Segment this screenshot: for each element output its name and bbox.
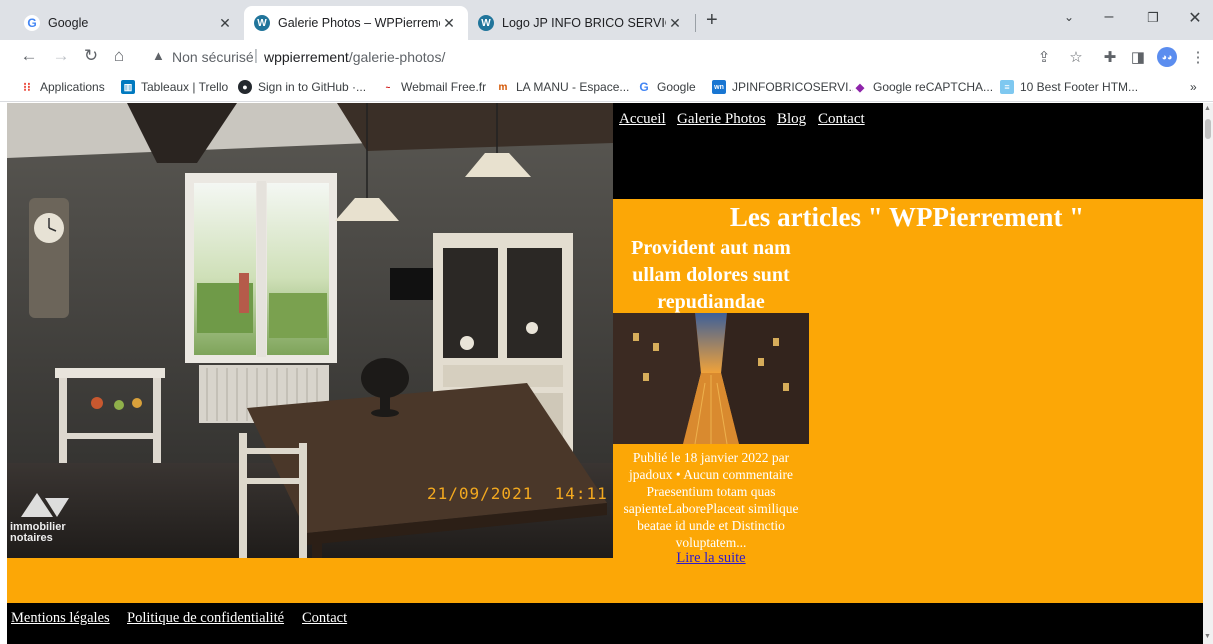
bookmark-jpinfobrico[interactable]: wn JPINFOBRICOSERVI... <box>712 80 858 94</box>
scroll-down-arrow[interactable]: ▼ <box>1204 633 1211 640</box>
bookmarks-more-label: » <box>1190 80 1197 94</box>
nav-link-blog[interactable]: Blog <box>777 111 806 128</box>
forward-button[interactable]: → <box>50 46 72 66</box>
watermark-logo: immobilier notaires <box>10 522 66 544</box>
new-tab-button[interactable]: + <box>706 10 718 30</box>
tab-google[interactable]: G Google ✕ <box>14 6 244 40</box>
page: 21/09/2021 14:11 immobilier notaires Acc… <box>7 103 1203 644</box>
tab-title: Galerie Photos – WPPierrement <box>278 16 440 30</box>
wn-icon: wn <box>712 80 726 94</box>
close-tab-icon[interactable]: ✕ <box>666 15 684 32</box>
restore-button[interactable]: ❐ <box>1138 10 1168 26</box>
scroll-up-arrow[interactable]: ▲ <box>1204 105 1211 112</box>
tab-galerie-photos[interactable]: W Galerie Photos – WPPierrement ✕ <box>244 6 468 40</box>
profile-avatar[interactable]: ◕◕ <box>1157 47 1177 67</box>
nav-link-galerie-photos[interactable]: Galerie Photos <box>677 111 766 128</box>
free-icon: ~ <box>381 80 395 94</box>
footer-link-politique-confidentialite[interactable]: Politique de confidentialité <box>127 610 284 627</box>
apps-grid-icon: ⁝⁝ <box>23 80 31 94</box>
scrollbar-thumb[interactable] <box>1205 119 1211 139</box>
street-sunset-image <box>613 313 809 444</box>
trello-icon: ▥ <box>121 80 135 94</box>
footer-link-contact[interactable]: Contact <box>302 610 347 627</box>
bookmark-label: Sign in to GitHub ·... <box>258 80 367 94</box>
articles-section-bottom <box>7 558 613 603</box>
post-meta: Publié le 18 janvier 2022 par jpadoux • … <box>628 450 794 482</box>
browser-tabstrip: G Google ✕ W Galerie Photos – WPPierreme… <box>0 0 1213 40</box>
hero-image: 21/09/2021 14:11 immobilier notaires <box>7 103 613 558</box>
nav-link-contact[interactable]: Contact <box>818 111 865 128</box>
bookmark-label: Google <box>657 80 696 94</box>
bookmark-la-manu[interactable]: m LA MANU - Espace... <box>496 80 629 94</box>
address-bar[interactable]: ▲ Non sécurisé | wppierrement/galerie-ph… <box>140 43 1147 71</box>
share-icon[interactable]: ⇪ <box>1034 48 1054 66</box>
bookmark-label: Tableaux | Trello <box>141 80 229 94</box>
address-separator: | <box>254 47 258 64</box>
bookmarks-bar: ⁝⁝ Applications ▥ Tableaux | Trello ● Si… <box>0 74 1213 102</box>
bookmarks-overflow-button[interactable]: » <box>1190 80 1197 94</box>
bookmark-label: LA MANU - Espace... <box>516 80 630 94</box>
main-nav: Accueil Galerie Photos Blog Contact <box>613 103 1203 199</box>
bookmark-github[interactable]: ● Sign in to GitHub ·... <box>238 80 366 94</box>
close-tab-icon[interactable]: ✕ <box>216 15 234 32</box>
post-title[interactable]: Provident aut nam ullam dolores sunt rep… <box>613 235 809 316</box>
section-title: Les articles " WPPierrement " <box>729 202 1085 232</box>
bookmark-footer-html[interactable]: ≡ 10 Best Footer HTM... <box>1000 80 1138 94</box>
tab-title: Logo JP INFO BRICO SERVICES.p <box>502 16 666 30</box>
recaptcha-icon: ◆ <box>853 80 867 94</box>
bookmark-label: 10 Best Footer HTM... <box>1020 80 1139 94</box>
page-icon: ≡ <box>1000 80 1014 94</box>
photo-timestamp: 21/09/2021 14:11 <box>427 484 608 503</box>
reload-button[interactable]: ↻ <box>80 46 102 66</box>
footer-link-mentions-legales[interactable]: Mentions légales <box>11 610 110 627</box>
read-more-link[interactable]: Lire la suite <box>613 550 809 567</box>
tab-separator <box>695 14 696 32</box>
extensions-icon[interactable]: ✚ <box>1100 48 1120 66</box>
nav-link-accueil[interactable]: Accueil <box>619 111 666 128</box>
bookmark-applications[interactable]: ⁝⁝ Applications <box>20 80 105 94</box>
close-tab-icon[interactable]: ✕ <box>440 15 458 32</box>
bookmark-google[interactable]: G Google <box>637 80 696 94</box>
watermark-text-notaires: notaires <box>10 532 53 544</box>
bookmark-recaptcha[interactable]: ◆ Google reCAPTCHA... <box>853 80 993 94</box>
bookmark-star-icon[interactable]: ☆ <box>1066 48 1086 66</box>
minimize-button[interactable]: – <box>1094 8 1124 26</box>
tab-search-icon[interactable]: ⌄ <box>1054 10 1084 24</box>
url-text[interactable]: wppierrement/galerie-photos/ <box>264 49 445 65</box>
page-viewport: 21/09/2021 14:11 immobilier notaires Acc… <box>0 103 1213 644</box>
github-icon: ● <box>238 80 252 94</box>
url-host: wppierrement <box>264 49 349 65</box>
site-footer: Mentions légales Politique de confidenti… <box>7 603 1203 644</box>
url-path: /galerie-photos/ <box>348 49 446 65</box>
bookmark-label: JPINFOBRICOSERVI... <box>732 80 859 94</box>
bookmark-label: Applications <box>40 80 105 94</box>
menu-icon[interactable]: ⋮ <box>1188 48 1208 66</box>
security-label[interactable]: Non sécurisé <box>172 49 254 65</box>
tab-logo-jp[interactable]: W Logo JP INFO BRICO SERVICES.p ✕ <box>468 6 694 40</box>
bookmark-label: Google reCAPTCHA... <box>873 80 994 94</box>
bookmark-trello[interactable]: ▥ Tableaux | Trello <box>121 80 228 94</box>
google-icon: G <box>637 80 651 94</box>
bookmark-webmail-free[interactable]: ~ Webmail Free.fr <box>381 80 486 94</box>
wordpress-icon: W <box>478 15 494 31</box>
la-manu-icon: m <box>496 80 510 94</box>
tab-title: Google <box>48 16 89 30</box>
browser-toolbar: ← → ↻ ⌂ ▲ Non sécurisé | wppierrement/ga… <box>0 40 1213 74</box>
home-button[interactable]: ⌂ <box>108 46 130 66</box>
side-panel-icon[interactable]: ◨ <box>1128 48 1148 66</box>
back-button[interactable]: ← <box>18 46 40 66</box>
page-scrollbar[interactable]: ▲ ▼ <box>1203 103 1213 644</box>
post-thumbnail[interactable] <box>613 313 809 444</box>
wordpress-icon: W <box>254 15 270 31</box>
post-excerpt: Praesentium totam quas sapienteLaborePla… <box>623 484 799 550</box>
bookmark-label: Webmail Free.fr <box>401 80 487 94</box>
google-icon: G <box>24 15 40 31</box>
warning-icon[interactable]: ▲ <box>152 48 165 63</box>
close-window-button[interactable]: ✕ <box>1180 8 1210 28</box>
